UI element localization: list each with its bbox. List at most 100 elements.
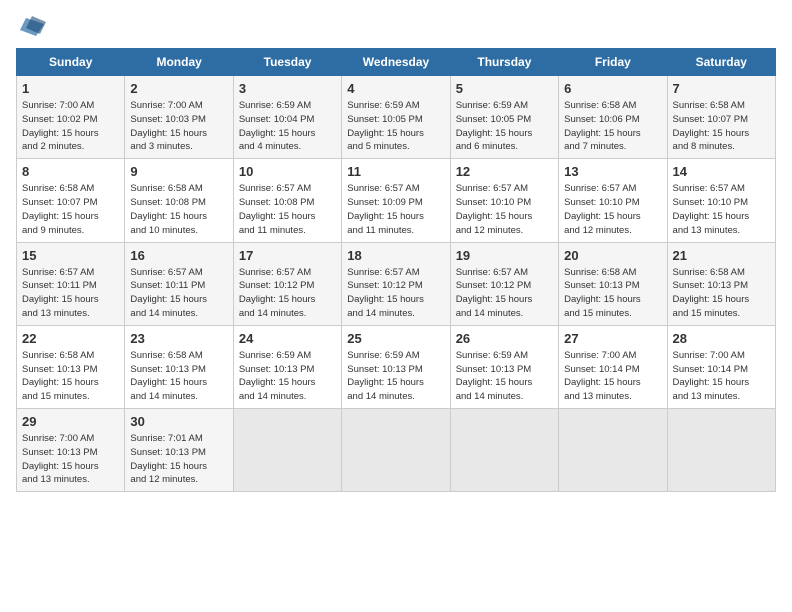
day-number: 24	[239, 330, 336, 348]
calendar-cell: 23Sunrise: 6:58 AM Sunset: 10:13 PM Dayl…	[125, 325, 233, 408]
day-info: Sunrise: 6:59 AM Sunset: 10:04 PM Daylig…	[239, 99, 336, 154]
day-number: 21	[673, 247, 770, 265]
weekday-header-saturday: Saturday	[667, 49, 775, 76]
day-number: 1	[22, 80, 119, 98]
day-info: Sunrise: 6:57 AM Sunset: 10:11 PM Daylig…	[130, 266, 227, 321]
day-number: 19	[456, 247, 553, 265]
day-number: 2	[130, 80, 227, 98]
day-number: 9	[130, 163, 227, 181]
day-number: 12	[456, 163, 553, 181]
day-number: 11	[347, 163, 444, 181]
day-number: 17	[239, 247, 336, 265]
calendar-cell: 7Sunrise: 6:58 AM Sunset: 10:07 PM Dayli…	[667, 76, 775, 159]
calendar-week-2: 8Sunrise: 6:58 AM Sunset: 10:07 PM Dayli…	[17, 159, 776, 242]
day-number: 29	[22, 413, 119, 431]
calendar-cell: 30Sunrise: 7:01 AM Sunset: 10:13 PM Dayl…	[125, 409, 233, 492]
logo	[16, 16, 46, 38]
calendar-cell: 26Sunrise: 6:59 AM Sunset: 10:13 PM Dayl…	[450, 325, 558, 408]
calendar-cell: 29Sunrise: 7:00 AM Sunset: 10:13 PM Dayl…	[17, 409, 125, 492]
day-number: 14	[673, 163, 770, 181]
calendar-week-4: 22Sunrise: 6:58 AM Sunset: 10:13 PM Dayl…	[17, 325, 776, 408]
calendar-cell: 6Sunrise: 6:58 AM Sunset: 10:06 PM Dayli…	[559, 76, 667, 159]
day-info: Sunrise: 6:59 AM Sunset: 10:13 PM Daylig…	[456, 349, 553, 404]
day-info: Sunrise: 6:58 AM Sunset: 10:06 PM Daylig…	[564, 99, 661, 154]
day-info: Sunrise: 6:57 AM Sunset: 10:12 PM Daylig…	[347, 266, 444, 321]
day-info: Sunrise: 6:58 AM Sunset: 10:13 PM Daylig…	[673, 266, 770, 321]
calendar-cell	[559, 409, 667, 492]
day-number: 26	[456, 330, 553, 348]
calendar-cell: 18Sunrise: 6:57 AM Sunset: 10:12 PM Dayl…	[342, 242, 450, 325]
day-info: Sunrise: 7:00 AM Sunset: 10:14 PM Daylig…	[564, 349, 661, 404]
day-number: 18	[347, 247, 444, 265]
day-info: Sunrise: 6:58 AM Sunset: 10:13 PM Daylig…	[564, 266, 661, 321]
calendar-cell: 20Sunrise: 6:58 AM Sunset: 10:13 PM Dayl…	[559, 242, 667, 325]
calendar-cell: 13Sunrise: 6:57 AM Sunset: 10:10 PM Dayl…	[559, 159, 667, 242]
calendar-cell: 9Sunrise: 6:58 AM Sunset: 10:08 PM Dayli…	[125, 159, 233, 242]
day-info: Sunrise: 6:57 AM Sunset: 10:11 PM Daylig…	[22, 266, 119, 321]
day-number: 27	[564, 330, 661, 348]
day-info: Sunrise: 6:58 AM Sunset: 10:13 PM Daylig…	[22, 349, 119, 404]
calendar-cell: 27Sunrise: 7:00 AM Sunset: 10:14 PM Dayl…	[559, 325, 667, 408]
calendar-cell: 21Sunrise: 6:58 AM Sunset: 10:13 PM Dayl…	[667, 242, 775, 325]
calendar-week-3: 15Sunrise: 6:57 AM Sunset: 10:11 PM Dayl…	[17, 242, 776, 325]
calendar-cell	[233, 409, 341, 492]
day-info: Sunrise: 6:59 AM Sunset: 10:05 PM Daylig…	[347, 99, 444, 154]
day-number: 5	[456, 80, 553, 98]
calendar-cell: 28Sunrise: 7:00 AM Sunset: 10:14 PM Dayl…	[667, 325, 775, 408]
day-info: Sunrise: 7:00 AM Sunset: 10:13 PM Daylig…	[22, 432, 119, 487]
day-number: 7	[673, 80, 770, 98]
calendar-cell: 17Sunrise: 6:57 AM Sunset: 10:12 PM Dayl…	[233, 242, 341, 325]
calendar-cell: 1Sunrise: 7:00 AM Sunset: 10:02 PM Dayli…	[17, 76, 125, 159]
day-number: 23	[130, 330, 227, 348]
day-number: 20	[564, 247, 661, 265]
day-info: Sunrise: 6:57 AM Sunset: 10:08 PM Daylig…	[239, 182, 336, 237]
day-number: 25	[347, 330, 444, 348]
calendar-cell: 2Sunrise: 7:00 AM Sunset: 10:03 PM Dayli…	[125, 76, 233, 159]
day-number: 28	[673, 330, 770, 348]
calendar-week-1: 1Sunrise: 7:00 AM Sunset: 10:02 PM Dayli…	[17, 76, 776, 159]
day-number: 6	[564, 80, 661, 98]
day-info: Sunrise: 6:59 AM Sunset: 10:05 PM Daylig…	[456, 99, 553, 154]
calendar-cell: 16Sunrise: 6:57 AM Sunset: 10:11 PM Dayl…	[125, 242, 233, 325]
weekday-header-tuesday: Tuesday	[233, 49, 341, 76]
day-number: 10	[239, 163, 336, 181]
day-info: Sunrise: 6:59 AM Sunset: 10:13 PM Daylig…	[239, 349, 336, 404]
day-info: Sunrise: 6:59 AM Sunset: 10:13 PM Daylig…	[347, 349, 444, 404]
calendar-cell: 15Sunrise: 6:57 AM Sunset: 10:11 PM Dayl…	[17, 242, 125, 325]
day-info: Sunrise: 6:58 AM Sunset: 10:07 PM Daylig…	[673, 99, 770, 154]
weekday-header-friday: Friday	[559, 49, 667, 76]
calendar-cell: 3Sunrise: 6:59 AM Sunset: 10:04 PM Dayli…	[233, 76, 341, 159]
day-info: Sunrise: 6:57 AM Sunset: 10:09 PM Daylig…	[347, 182, 444, 237]
day-number: 4	[347, 80, 444, 98]
calendar-cell: 19Sunrise: 6:57 AM Sunset: 10:12 PM Dayl…	[450, 242, 558, 325]
calendar-header: SundayMondayTuesdayWednesdayThursdayFrid…	[17, 49, 776, 76]
calendar-cell	[667, 409, 775, 492]
page-header	[16, 16, 776, 38]
day-info: Sunrise: 6:57 AM Sunset: 10:12 PM Daylig…	[456, 266, 553, 321]
weekday-header-monday: Monday	[125, 49, 233, 76]
calendar-cell: 12Sunrise: 6:57 AM Sunset: 10:10 PM Dayl…	[450, 159, 558, 242]
calendar-cell: 25Sunrise: 6:59 AM Sunset: 10:13 PM Dayl…	[342, 325, 450, 408]
calendar-cell: 5Sunrise: 6:59 AM Sunset: 10:05 PM Dayli…	[450, 76, 558, 159]
calendar-cell: 24Sunrise: 6:59 AM Sunset: 10:13 PM Dayl…	[233, 325, 341, 408]
weekday-header-thursday: Thursday	[450, 49, 558, 76]
day-info: Sunrise: 7:01 AM Sunset: 10:13 PM Daylig…	[130, 432, 227, 487]
day-number: 13	[564, 163, 661, 181]
day-info: Sunrise: 7:00 AM Sunset: 10:14 PM Daylig…	[673, 349, 770, 404]
calendar-cell: 4Sunrise: 6:59 AM Sunset: 10:05 PM Dayli…	[342, 76, 450, 159]
calendar-cell: 11Sunrise: 6:57 AM Sunset: 10:09 PM Dayl…	[342, 159, 450, 242]
day-number: 8	[22, 163, 119, 181]
weekday-header-sunday: Sunday	[17, 49, 125, 76]
day-info: Sunrise: 6:57 AM Sunset: 10:10 PM Daylig…	[456, 182, 553, 237]
weekday-row: SundayMondayTuesdayWednesdayThursdayFrid…	[17, 49, 776, 76]
day-number: 15	[22, 247, 119, 265]
calendar-week-5: 29Sunrise: 7:00 AM Sunset: 10:13 PM Dayl…	[17, 409, 776, 492]
day-info: Sunrise: 7:00 AM Sunset: 10:03 PM Daylig…	[130, 99, 227, 154]
day-number: 22	[22, 330, 119, 348]
weekday-header-wednesday: Wednesday	[342, 49, 450, 76]
calendar-cell: 14Sunrise: 6:57 AM Sunset: 10:10 PM Dayl…	[667, 159, 775, 242]
calendar-body: 1Sunrise: 7:00 AM Sunset: 10:02 PM Dayli…	[17, 76, 776, 492]
calendar-cell: 10Sunrise: 6:57 AM Sunset: 10:08 PM Dayl…	[233, 159, 341, 242]
day-number: 30	[130, 413, 227, 431]
day-info: Sunrise: 6:58 AM Sunset: 10:08 PM Daylig…	[130, 182, 227, 237]
